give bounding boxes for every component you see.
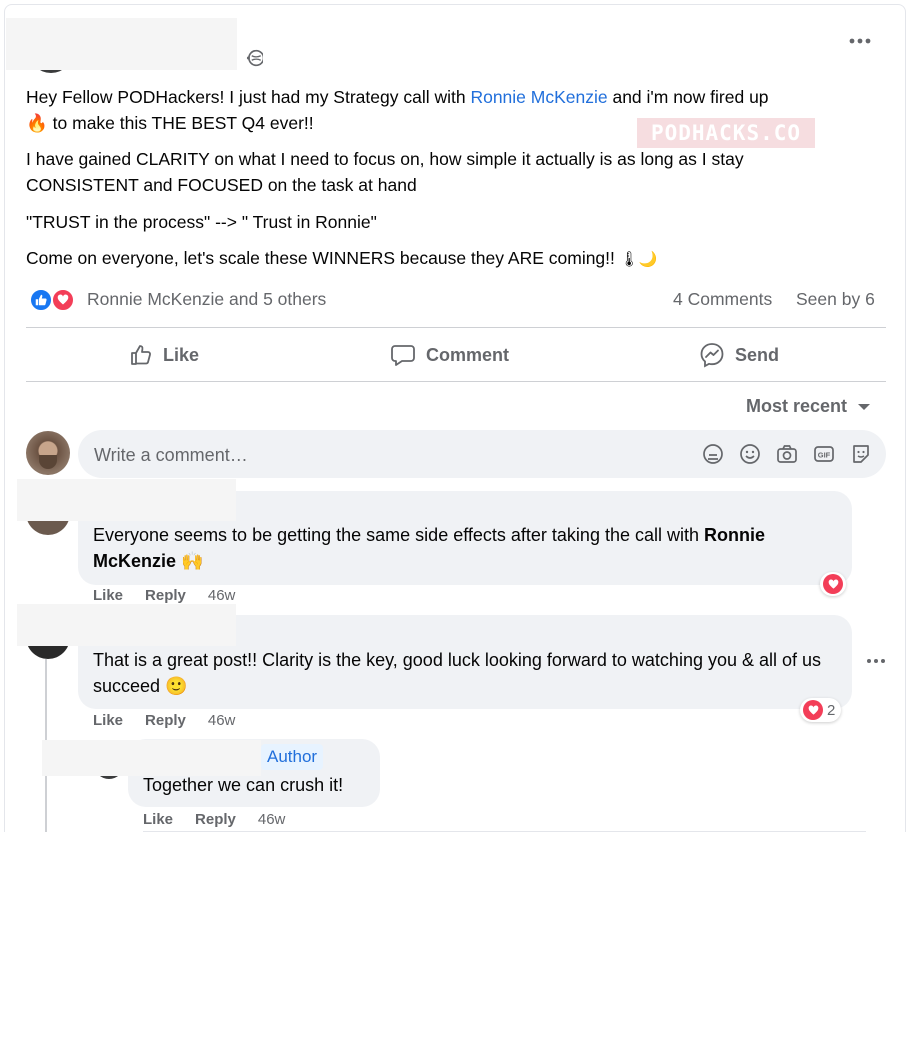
post-paragraph-3: "TRUST in the process" --> " Trust in Ro… xyxy=(26,212,377,232)
reactions-icons[interactable] xyxy=(29,288,79,312)
comment-timestamp[interactable]: 46w xyxy=(208,712,236,729)
divider-bottom xyxy=(26,381,886,382)
comment-reply-button[interactable]: Reply xyxy=(145,587,186,604)
post-options-icon[interactable] xyxy=(847,33,873,49)
messenger-icon xyxy=(700,343,724,368)
thumbs-up-icon xyxy=(131,345,151,365)
reply-name-redacted xyxy=(42,740,261,776)
reply-reply-button[interactable]: Reply xyxy=(195,811,236,828)
post-paragraph-4: Come on everyone, let's scale these WINN… xyxy=(26,248,658,268)
post-paragraph-2: I have gained CLARITY on what I need to … xyxy=(26,149,744,195)
comment-reply-button[interactable]: Reply xyxy=(145,712,186,729)
reaction-count: 2 xyxy=(827,701,836,719)
love-reaction-icon xyxy=(803,700,823,720)
comment-meta: Like Reply 46w xyxy=(93,712,235,729)
commenter-name-redacted xyxy=(17,604,236,646)
love-reaction-icon xyxy=(823,574,843,594)
gif-icon[interactable]: GIF xyxy=(812,442,836,466)
audience-globe-icon[interactable] xyxy=(245,49,265,67)
comment-options-icon[interactable] xyxy=(865,654,887,666)
comment-bubble-icon xyxy=(391,345,415,366)
reply-like-button[interactable]: Like xyxy=(143,811,173,828)
sort-dropdown[interactable]: Most recent xyxy=(746,396,871,417)
divider-top xyxy=(26,327,886,328)
comment-button[interactable]: Comment xyxy=(390,340,509,370)
svg-text:GIF: GIF xyxy=(818,451,831,460)
caret-down-icon xyxy=(858,403,871,410)
reactions-summary[interactable]: Ronnie McKenzie and 5 others xyxy=(87,289,326,310)
comment-reaction-badge[interactable] xyxy=(820,572,846,596)
comment-like-button[interactable]: Like xyxy=(93,712,123,729)
emoji-icon[interactable] xyxy=(738,442,762,466)
avatar-sticker-icon[interactable] xyxy=(701,442,725,466)
author-badge: Author xyxy=(261,744,324,770)
comment-like-button[interactable]: Like xyxy=(93,587,123,604)
like-reaction-icon xyxy=(29,288,53,312)
comments-count[interactable]: 4 Comments xyxy=(673,289,772,310)
reply-timestamp[interactable]: 46w xyxy=(258,811,286,828)
commenter-name-redacted xyxy=(17,479,236,521)
send-button[interactable]: Send xyxy=(699,340,779,370)
seen-by-count[interactable]: Seen by 6 xyxy=(796,289,875,310)
watermark-logo: PODHACKS.CO xyxy=(637,118,815,148)
comment-input[interactable] xyxy=(92,430,656,480)
post-card: Hey Fellow PODHackers! I just had my Str… xyxy=(4,4,906,832)
fire-emoji: 🔥 xyxy=(26,113,48,133)
like-button[interactable]: Like xyxy=(129,340,199,370)
reply-text: Together we can crush it! xyxy=(143,775,344,795)
rocket-moon-emoji: 🌡🌙 xyxy=(619,251,658,268)
sticker-icon[interactable] xyxy=(849,442,873,466)
comment-text: Everyone seems to be getting the same si… xyxy=(93,525,765,571)
love-reaction-icon xyxy=(51,288,75,312)
comment-timestamp[interactable]: 46w xyxy=(208,587,236,604)
mention-link[interactable]: Ronnie McKenzie xyxy=(470,87,607,107)
author-name-redacted xyxy=(6,18,237,70)
bottom-divider xyxy=(143,831,866,832)
comment-text: That is a great post!! Clarity is the ke… xyxy=(93,650,822,696)
reply-meta: Like Reply 46w xyxy=(143,811,285,828)
comment-meta: Like Reply 46w xyxy=(93,587,235,604)
comment-composer[interactable]: GIF xyxy=(78,430,886,480)
camera-icon[interactable] xyxy=(775,442,799,466)
current-user-avatar[interactable] xyxy=(26,431,70,475)
comment-reaction-badge[interactable]: 2 xyxy=(800,698,842,722)
